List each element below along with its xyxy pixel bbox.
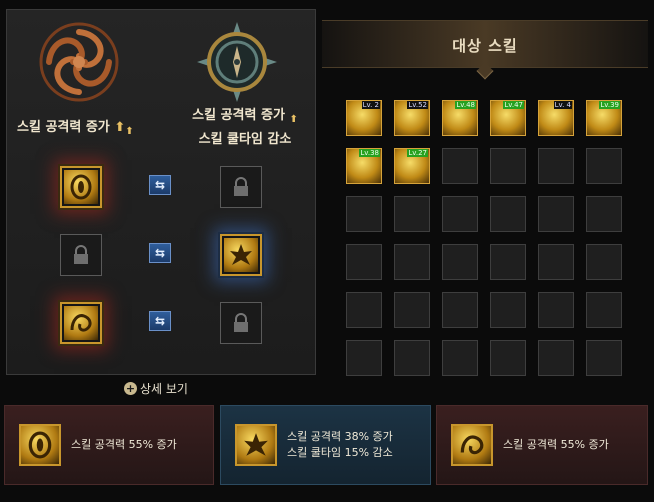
swirl-emblem-icon	[37, 20, 121, 104]
empty-skill-slot	[538, 196, 574, 232]
empty-skill-slot	[490, 244, 526, 280]
empty-skill-slot	[538, 244, 574, 280]
beast-skill-icon	[451, 424, 493, 466]
right-slot-1-locked	[220, 166, 262, 208]
skill-enhance-panel: 스킬 공격력 증가 ⬆⬆ 스킬 공격력 증가 ⬆ 스킬 쿨타임 감소 ⇆ ⇆ ⇆	[6, 9, 316, 375]
summary-card-2-line1: 스킬 공격력 38% 증가	[287, 430, 393, 443]
summary-card-2: 스킬 공격력 38% 증가 스킬 쿨타임 15% 감소	[220, 405, 431, 485]
skill-level-badge: Lv. 4	[553, 101, 572, 109]
header-notch	[476, 62, 494, 80]
arrow-up-icon-right: ⬆	[289, 114, 298, 125]
skill-slot[interactable]: Lv.38	[346, 148, 382, 184]
summary-card-1-text: 스킬 공격력 55% 증가	[71, 438, 177, 451]
skill-slot[interactable]: Lv.27	[394, 148, 430, 184]
detail-view-link[interactable]: + 상세 보기	[124, 380, 188, 397]
skill-level-badge: Lv.39	[599, 101, 620, 109]
summary-card-3: 스킬 공격력 55% 증가	[436, 405, 648, 485]
empty-skill-slot	[346, 292, 382, 328]
skill-slot[interactable]: Lv. 4	[538, 100, 574, 136]
summary-card-1: 스킬 공격력 55% 증가	[4, 405, 214, 485]
empty-skill-slot	[538, 340, 574, 376]
skill-slot[interactable]: Lv. 2	[346, 100, 382, 136]
empty-skill-slot	[442, 340, 478, 376]
empty-skill-slot	[586, 292, 622, 328]
lock-icon	[74, 245, 88, 264]
empty-skill-slot	[538, 148, 574, 184]
skill-level-badge: Lv.52	[407, 101, 428, 109]
skill-level-badge: Lv. 2	[361, 101, 380, 109]
empty-skill-slot	[394, 340, 430, 376]
burst-skill-icon	[235, 424, 277, 466]
left-slot-1[interactable]	[60, 166, 102, 208]
empty-skill-slot	[586, 244, 622, 280]
left-slot-2-locked	[60, 234, 102, 276]
beast-skill-icon	[64, 306, 98, 340]
magnifier-plus-icon: +	[124, 382, 137, 395]
target-skill-title: 대상 스킬	[452, 37, 518, 55]
right-slot-3-locked	[220, 302, 262, 344]
empty-skill-slot	[490, 148, 526, 184]
skill-slot[interactable]: Lv.48	[442, 100, 478, 136]
eye-skill-icon	[64, 170, 98, 204]
empty-skill-slot	[490, 340, 526, 376]
eye-skill-icon	[19, 424, 61, 466]
summary-card-2-line2: 스킬 쿨타임 15% 감소	[287, 446, 393, 459]
skill-level-badge: Lv.47	[503, 101, 524, 109]
swap-button-2[interactable]: ⇆	[149, 243, 171, 263]
empty-skill-slot	[442, 292, 478, 328]
attack-cooldown-label: 스킬 공격력 증가 ⬆ 스킬 쿨타임 감소	[175, 106, 315, 150]
arrow-up-small-icon: ⬆	[125, 126, 134, 137]
compass-emblem-icon	[195, 20, 279, 104]
left-slot-3[interactable]	[60, 302, 102, 344]
empty-skill-slot	[394, 196, 430, 232]
skill-level-badge: Lv.48	[455, 101, 476, 109]
right-slot-2[interactable]	[220, 234, 262, 276]
empty-skill-slot	[586, 196, 622, 232]
empty-skill-slot	[394, 292, 430, 328]
empty-skill-slot	[346, 244, 382, 280]
skill-slot[interactable]: Lv.39	[586, 100, 622, 136]
skill-slot[interactable]: Lv.47	[490, 100, 526, 136]
empty-skill-slot	[586, 148, 622, 184]
lock-icon	[234, 177, 248, 196]
summary-card-2-text: 스킬 공격력 38% 증가 스킬 쿨타임 15% 감소	[287, 429, 393, 461]
attack-increase-text: 스킬 공격력 증가	[17, 120, 110, 135]
empty-skill-slot	[442, 148, 478, 184]
empty-skill-slot	[442, 196, 478, 232]
lock-icon	[234, 313, 248, 332]
empty-skill-slot	[346, 340, 382, 376]
attack-increase-text-right: 스킬 공격력 증가	[192, 108, 285, 123]
swap-button-3[interactable]: ⇆	[149, 311, 171, 331]
empty-skill-slot	[490, 292, 526, 328]
attack-increase-label: 스킬 공격력 증가 ⬆⬆	[17, 116, 157, 137]
skill-slot[interactable]: Lv.52	[394, 100, 430, 136]
arrow-up-icon: ⬆	[114, 120, 126, 135]
skill-level-badge: Lv.38	[359, 149, 380, 157]
cooldown-decrease-text: 스킬 쿨타임 감소	[198, 132, 292, 147]
empty-skill-slot	[346, 196, 382, 232]
skill-level-badge: Lv.27	[407, 149, 428, 157]
detail-view-label: 상세 보기	[140, 382, 188, 396]
burst-skill-icon	[224, 238, 258, 272]
summary-card-3-text: 스킬 공격력 55% 증가	[503, 438, 609, 451]
empty-skill-slot	[490, 196, 526, 232]
empty-skill-slot	[538, 292, 574, 328]
swap-button-1[interactable]: ⇆	[149, 175, 171, 195]
target-skill-header: 대상 스킬	[322, 20, 648, 80]
empty-skill-slot	[586, 340, 622, 376]
empty-skill-slot	[442, 244, 478, 280]
empty-skill-slot	[394, 244, 430, 280]
